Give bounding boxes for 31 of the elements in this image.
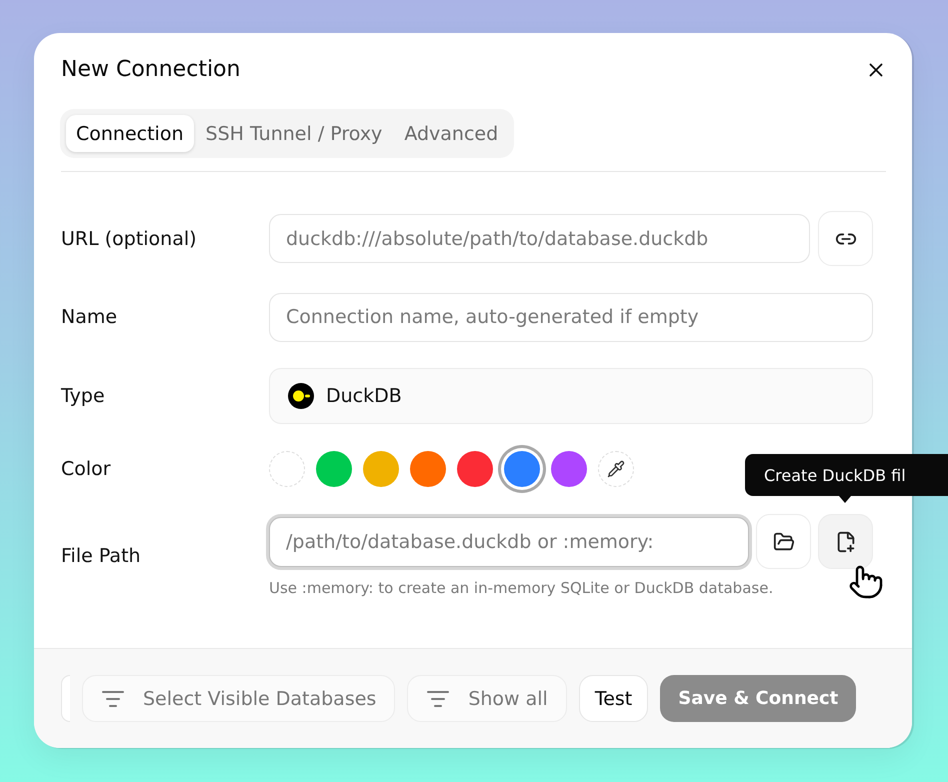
new-file-button[interactable] — [818, 514, 873, 569]
color-swatch[interactable] — [363, 451, 399, 487]
field-label: Name — [61, 306, 118, 328]
field-label: URL (optional) — [61, 228, 198, 250]
test-button[interactable]: Test — [578, 675, 648, 722]
open-folder-button[interactable] — [756, 514, 811, 569]
tab[interactable]: SSH Tunnel / Proxy — [196, 115, 392, 152]
eyedropper-icon — [607, 460, 625, 478]
field-label: File Path — [61, 544, 142, 566]
dialog-title: New Connection — [61, 56, 240, 84]
file-path-field[interactable]: /path/to/database.duckdb or :memory: — [269, 516, 749, 566]
url-field[interactable]: duckdb:///absolute/path/to/database.duckdb — [269, 214, 810, 263]
hint-text: Use :memory: to create an in-memory SQLite or DuckDB database. — [269, 579, 774, 597]
color-swatch[interactable] — [316, 451, 352, 487]
tab[interactable]: Connection — [66, 115, 194, 152]
type-select[interactable]: DuckDB — [269, 368, 873, 424]
field-label: Color — [61, 458, 112, 480]
filter-button[interactable]: Show all — [407, 675, 567, 722]
color-swatch[interactable] — [504, 451, 540, 487]
filter-button[interactable]: Select Visible Databases — [82, 675, 396, 722]
tooltip: Create DuckDB fil — [745, 454, 948, 503]
color-swatch[interactable] — [551, 451, 587, 487]
color-swatch[interactable] — [410, 451, 446, 487]
folder-icon — [772, 530, 794, 552]
clipped-button-edge[interactable] — [61, 675, 70, 722]
color-swatch[interactable] — [457, 451, 493, 487]
logo-icon — [288, 383, 314, 409]
field-label: Type — [61, 385, 106, 407]
name-field[interactable]: Connection name, auto-generated if empty — [269, 292, 873, 342]
tab[interactable]: Advanced — [394, 115, 508, 152]
link-button[interactable] — [818, 211, 873, 266]
